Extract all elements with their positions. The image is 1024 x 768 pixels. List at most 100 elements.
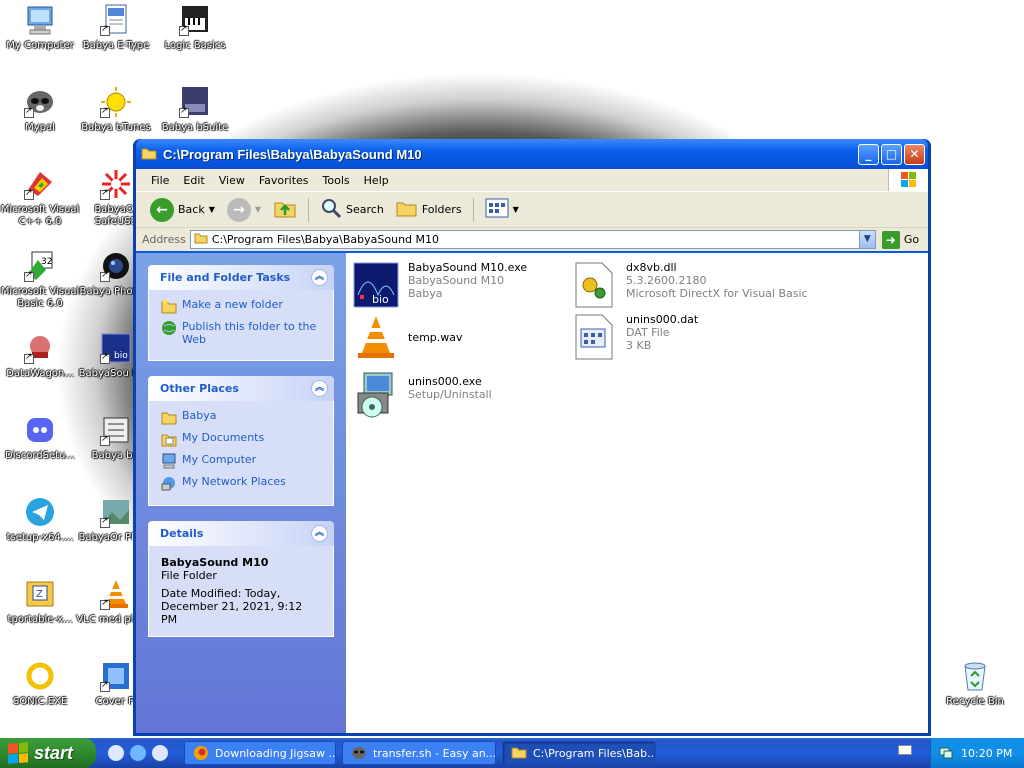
file-item[interactable]: unins000.dat DAT File 3 KB xyxy=(570,313,698,361)
vlc-cone-icon xyxy=(100,578,132,610)
file-item[interactable]: dx8vb.dll 5.3.2600.2180 Microsoft Direct… xyxy=(570,261,808,309)
raccoon-icon xyxy=(351,745,367,761)
panel-header[interactable]: File and Folder Tasks ︽ xyxy=(148,265,334,290)
go-arrow-icon: ➜ xyxy=(881,230,900,249)
panel-header[interactable]: Details ︽ xyxy=(148,521,334,546)
cover-icon xyxy=(100,660,132,692)
window-title: C:\Program Files\Babya\BabyaSound M10 xyxy=(163,146,422,162)
visual-basic-icon: 32 xyxy=(24,250,56,282)
media-player-icon[interactable] xyxy=(152,745,168,761)
collapse-icon[interactable]: ︽ xyxy=(311,525,328,542)
desktop-icon-visual-basic[interactable]: 32 Microsoft Visual Basic 6.0 xyxy=(0,250,80,310)
raccoon-icon xyxy=(24,86,56,118)
menu-file[interactable]: File xyxy=(144,174,176,187)
collapse-icon[interactable]: ︽ xyxy=(311,380,328,397)
file-item[interactable]: bio BabyaSound M10.exe BabyaSound M10 Ba… xyxy=(352,261,527,309)
file-item[interactable]: unins000.exe Setup/Uninstall xyxy=(352,371,492,419)
taskbar-item-explorer[interactable]: C:\Program Files\Bab... xyxy=(502,741,656,765)
address-dropdown-button[interactable]: ▼ xyxy=(858,231,875,248)
menu-help[interactable]: Help xyxy=(357,174,396,187)
desktop-icon-babya-etype[interactable]: Babya E-Type xyxy=(76,4,156,52)
details-name: BabyaSound M10 xyxy=(161,556,269,569)
other-places-panel: Other Places ︽ Babya My Documents My Com… xyxy=(148,376,334,506)
minimize-button[interactable]: _ xyxy=(858,143,879,165)
panel-header[interactable]: Other Places ︽ xyxy=(148,376,334,401)
desktop-icon-sonic-exe[interactable]: SONIC.EXE xyxy=(0,660,80,708)
keyboard-icon[interactable] xyxy=(898,745,912,755)
internet-explorer-icon[interactable] xyxy=(130,745,146,761)
desktop-icon-logic-basics[interactable]: Logic Basics xyxy=(155,4,235,52)
new-folder-icon xyxy=(161,298,177,314)
menu-tools[interactable]: Tools xyxy=(316,174,357,187)
clock[interactable]: 10:20 PM xyxy=(961,747,1012,760)
desktop-icon-tportable[interactable]: Z tportable-x... xyxy=(0,578,80,626)
menu-edit[interactable]: Edit xyxy=(176,174,211,187)
up-button[interactable] xyxy=(269,194,301,225)
search-icon xyxy=(320,197,342,222)
forward-button[interactable]: → ▼ xyxy=(223,196,265,224)
svg-text:32: 32 xyxy=(41,257,52,267)
menu-view[interactable]: View xyxy=(212,174,252,187)
start-button[interactable]: start xyxy=(0,738,96,768)
title-bar[interactable]: C:\Program Files\Babya\BabyaSound M10 _ … xyxy=(136,139,928,169)
back-arrow-icon: ← xyxy=(150,197,174,222)
file-item[interactable]: temp.wav xyxy=(352,313,463,361)
desktop-icon-telegram-setup[interactable]: tsetup-x64.... xyxy=(0,496,80,544)
taskbar-item-downloading[interactable]: Downloading Jigsaw ... xyxy=(184,741,336,765)
taskbar-item-transfer[interactable]: transfer.sh - Easy an... xyxy=(342,741,496,765)
desktop-icon-mypal[interactable]: Mypal xyxy=(0,86,80,134)
chevron-down-icon: ▼ xyxy=(208,205,215,214)
quick-launch xyxy=(108,745,168,761)
place-my-network-places-link[interactable]: My Network Places xyxy=(161,475,321,491)
sun-icon xyxy=(100,86,132,118)
desktop-icon-visual-cpp[interactable]: Microsoft Visual C++ 6.0 xyxy=(0,168,80,228)
telegram-icon xyxy=(24,496,56,528)
camera-lens-icon xyxy=(100,250,132,282)
windows-flag-icon xyxy=(8,742,28,764)
network-tray-icon[interactable] xyxy=(939,745,953,762)
ring-icon xyxy=(24,660,56,692)
desktop-icon-recycle-bin[interactable]: Recycle Bin xyxy=(935,660,1015,708)
burst-icon xyxy=(100,168,132,200)
address-label: Address xyxy=(142,233,186,246)
make-new-folder-link[interactable]: Make a new folder xyxy=(161,298,321,314)
menu-bar: File Edit View Favorites Tools Help xyxy=(136,169,928,191)
place-my-documents-link[interactable]: My Documents xyxy=(161,431,321,447)
search-button[interactable]: Search xyxy=(316,195,388,224)
views-button[interactable]: ▼ xyxy=(481,196,523,223)
suite-box-icon xyxy=(179,86,211,118)
windows-logo-icon xyxy=(888,169,928,191)
desktop-icon-babya-btunes[interactable]: Babya bTunes xyxy=(76,86,156,134)
desktop-icon-discord-setup[interactable]: DiscordSetu... xyxy=(0,414,80,462)
close-button[interactable]: ✕ xyxy=(904,143,925,165)
go-button[interactable]: ➜ Go xyxy=(881,230,919,249)
place-babya-link[interactable]: Babya xyxy=(161,409,321,425)
babya-exe-icon: bio xyxy=(352,261,400,309)
folder-icon xyxy=(511,745,527,761)
vlc-cone-icon xyxy=(352,313,400,361)
settings-icon[interactable] xyxy=(108,745,124,761)
folder-icon xyxy=(194,232,208,247)
desktop-icon-datawagon[interactable]: DataWagon... xyxy=(0,332,80,380)
collapse-icon[interactable]: ︽ xyxy=(311,269,328,286)
desktop-icon-my-computer[interactable]: My Computer xyxy=(0,4,80,52)
desktop-icon-babya-bsuite[interactable]: Babya bSuite xyxy=(155,86,235,134)
documents-folder-icon xyxy=(161,431,177,447)
maximize-button[interactable]: □ xyxy=(881,143,902,165)
folders-button[interactable]: Folders xyxy=(392,196,466,223)
document-icon xyxy=(100,4,132,36)
chevron-down-icon: ▼ xyxy=(254,205,262,214)
file-folder-tasks-panel: File and Folder Tasks ︽ Make a new folde… xyxy=(148,265,334,361)
piano-icon xyxy=(179,4,211,36)
address-field[interactable]: C:\Program Files\Babya\BabyaSound M10 ▼ xyxy=(189,230,876,249)
explorer-window[interactable]: C:\Program Files\Babya\BabyaSound M10 _ … xyxy=(133,139,931,736)
svg-text:Z: Z xyxy=(36,589,43,600)
archive-icon: Z xyxy=(24,578,56,610)
svg-text:bio: bio xyxy=(372,293,389,306)
network-icon xyxy=(161,475,177,491)
publish-folder-link[interactable]: Publish this folder to the Web xyxy=(161,320,321,346)
place-my-computer-link[interactable]: My Computer xyxy=(161,453,321,469)
recycle-bin-icon xyxy=(959,660,991,692)
menu-favorites[interactable]: Favorites xyxy=(252,174,316,187)
back-button[interactable]: ← Back ▼ xyxy=(146,196,219,224)
